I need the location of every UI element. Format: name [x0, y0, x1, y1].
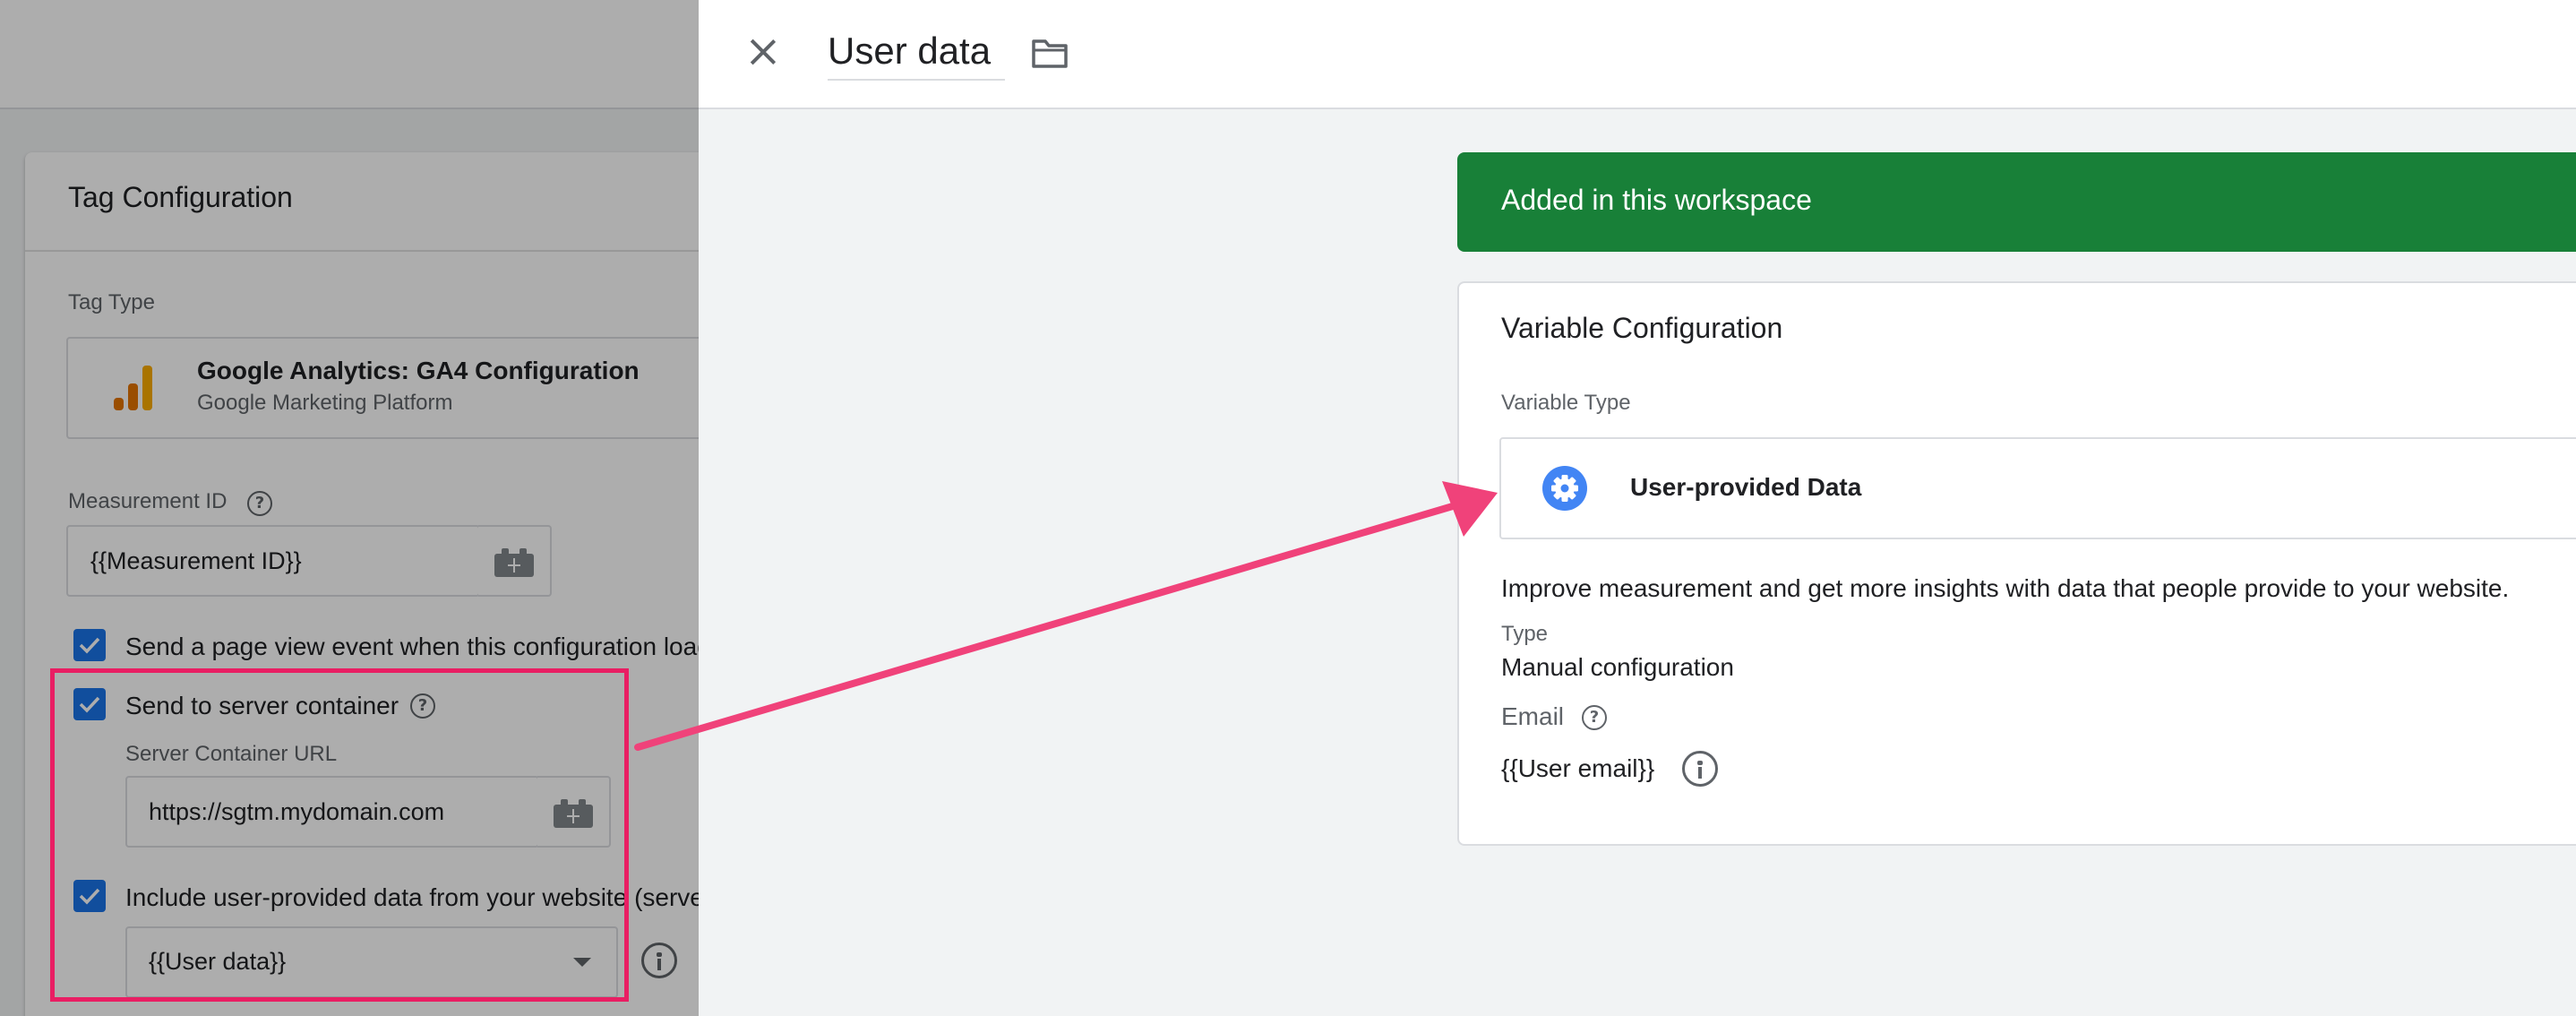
- annotation-arrow: [634, 481, 1498, 751]
